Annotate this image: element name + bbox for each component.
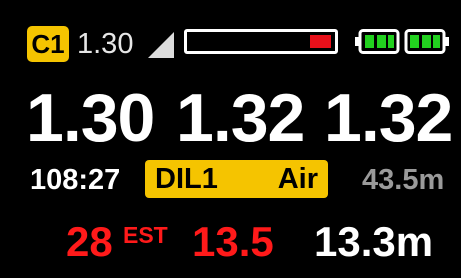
gas-indicator: DIL1 Air [145, 160, 328, 198]
estimated-value: 28 [66, 218, 113, 265]
depth-value: 43.5m [362, 164, 445, 196]
ppo2-sensor-2: 1.32 [176, 80, 305, 156]
ppo2-sensor-1: 1.30 [26, 80, 155, 156]
battery-icon [355, 29, 400, 54]
circuit-badge: C1 [27, 26, 69, 62]
gas-type: Air [277, 163, 318, 195]
signal-wedge-icon [148, 32, 174, 58]
progress-bar-fill [310, 35, 331, 48]
est-label: EST [123, 222, 168, 248]
progress-bar [184, 29, 338, 54]
ppo2-sensor-3: 1.32 [324, 80, 453, 156]
red-value: 13.5 [192, 218, 274, 265]
setpoint-value: 1.30 [77, 28, 134, 60]
runtime-value: 108:27 [30, 164, 121, 196]
depth-reading: 13.3m [314, 218, 434, 265]
gas-name: DIL1 [155, 163, 218, 195]
battery-icon [404, 29, 449, 54]
